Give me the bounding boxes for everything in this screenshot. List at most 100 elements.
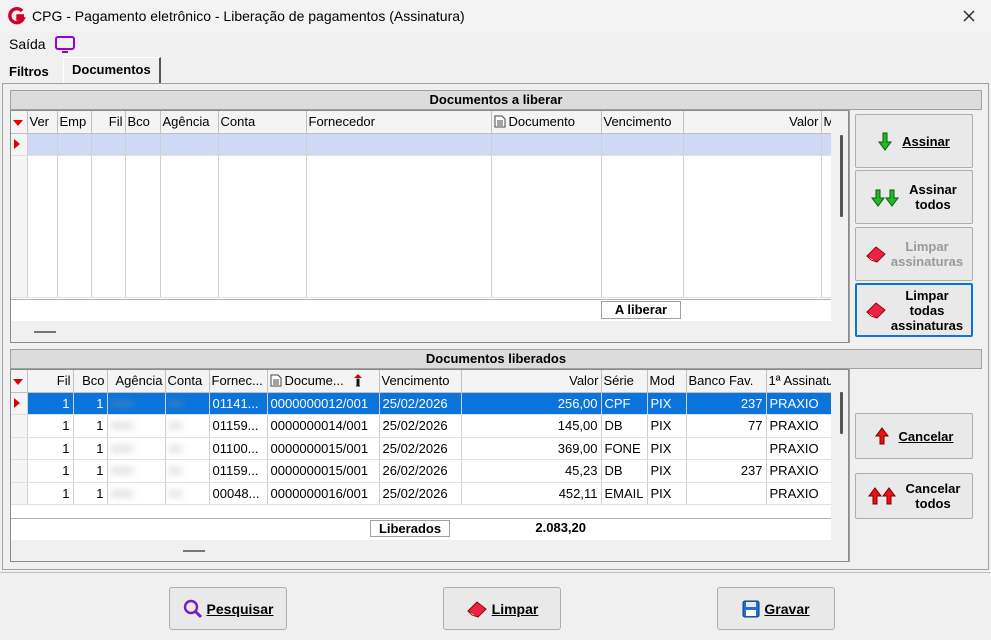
col-mod[interactable]: Mod	[647, 370, 687, 393]
table-empty-space	[11, 155, 838, 298]
tab-strip: Filtros Documentos	[0, 56, 991, 84]
col-banco-fav[interactable]: Banco Fav.	[686, 370, 767, 393]
col-bco[interactable]: Bco	[73, 370, 108, 393]
cell-agencia-blurred: •••••	[107, 414, 166, 438]
col-ver[interactable]: Ver	[27, 111, 58, 134]
scroll-thumb[interactable]	[840, 135, 843, 217]
cell-serie: CPF	[601, 392, 648, 415]
footer-liberados: Liberados 2.083,20	[11, 518, 831, 538]
limpar-assinaturas-label-2: assinaturas	[890, 254, 964, 269]
col-documento[interactable]: Docume...	[267, 370, 380, 393]
row-indicator	[11, 392, 28, 415]
document-icon	[270, 374, 281, 387]
col-emp[interactable]: Emp	[57, 111, 92, 134]
col-documento[interactable]: Documento	[491, 111, 602, 134]
hscroll-thumb[interactable]	[34, 331, 56, 333]
cell-vencimento: 25/02/2026	[379, 392, 462, 415]
grid-liberados[interactable]: Fil Bco Agência Conta Fornec... Docume..…	[10, 369, 849, 562]
horizontal-scrollbar[interactable]	[11, 321, 848, 342]
cell-fil: 1	[27, 482, 74, 505]
vertical-scrollbar[interactable]	[831, 370, 848, 540]
table-a-liberar: Ver Emp Fil Bco Agência Conta Fornecedor…	[11, 111, 838, 298]
cell-fornec: 01159...	[209, 459, 268, 483]
col-fornecedor[interactable]: Fornecedor	[306, 111, 492, 134]
document-icon	[494, 115, 505, 128]
cell-valor: 256,00	[461, 392, 602, 415]
col-conta[interactable]: Conta	[165, 370, 210, 393]
table-liberados: Fil Bco Agência Conta Fornec... Docume..…	[11, 370, 848, 505]
vertical-scrollbar[interactable]	[831, 111, 848, 321]
cell-mod: PIX	[647, 414, 687, 438]
col-fornec[interactable]: Fornec...	[209, 370, 268, 393]
header-row: Ver Emp Fil Bco Agência Conta Fornecedor…	[11, 111, 838, 134]
cell-mod: PIX	[647, 392, 687, 415]
cell-conta-blurred: •••	[165, 482, 210, 505]
current-row-icon	[14, 138, 20, 149]
scroll-thumb[interactable]	[840, 392, 843, 434]
limpar-todas-label-1: Limpar	[905, 287, 949, 303]
pesquisar-button[interactable]: Pesquisar	[169, 587, 287, 630]
col-fil[interactable]: Fil	[27, 370, 74, 393]
col-bco[interactable]: Bco	[125, 111, 161, 134]
horizontal-scrollbar[interactable]	[11, 540, 848, 561]
cell-bco: 1	[73, 437, 108, 460]
limpar-todas-assinaturas-button[interactable]: Limpar todas assinaturas	[855, 283, 973, 337]
table-row[interactable]: 1 1 ••••• ••• 01100... 0000000015/001 25…	[11, 437, 848, 460]
tab-filtros[interactable]: Filtros	[5, 63, 53, 80]
close-icon[interactable]	[957, 4, 981, 28]
col-serie[interactable]: Série	[601, 370, 648, 393]
table-row[interactable]: 1 1 ••••• ••• 00048... 0000000016/001 25…	[11, 482, 848, 505]
cell-agencia-blurred: •••••	[107, 482, 166, 505]
panel-title-liberados: Documentos liberados	[10, 349, 982, 369]
cell-banco-fav: 237	[686, 459, 767, 483]
tab-documentos[interactable]: Documentos	[63, 57, 161, 84]
title-bar: CPG - Pagamento eletrônico - Liberação d…	[0, 0, 991, 32]
col-agencia[interactable]: Agência	[160, 111, 219, 134]
assinar-todos-label-1: Assinar	[909, 182, 957, 197]
table-row[interactable]: 1 1 ••••• ••• 01159... 0000000015/001 26…	[11, 459, 848, 483]
indicator-header	[11, 111, 28, 134]
gravar-button[interactable]: Gravar	[717, 587, 835, 630]
col-vencimento[interactable]: Vencimento	[601, 111, 684, 134]
table-row[interactable]: 1 1 ••••• ••• 01141... 0000000012/001 25…	[11, 392, 848, 415]
assinar-button[interactable]: Assinar	[855, 114, 973, 168]
sort-indicator-icon	[13, 120, 23, 127]
col-vencimento[interactable]: Vencimento	[379, 370, 462, 393]
cell-serie: DB	[601, 459, 648, 483]
current-row-icon	[14, 397, 20, 408]
col-agencia[interactable]: Agência	[107, 370, 166, 393]
cancelar-button[interactable]: Cancelar	[855, 413, 973, 459]
grid-a-liberar[interactable]: Ver Emp Fil Bco Agência Conta Fornecedor…	[10, 110, 849, 343]
cancelar-todos-button[interactable]: Cancelar todos	[855, 473, 973, 519]
cell-documento: 0000000014/001	[267, 414, 380, 438]
monitor-icon[interactable]	[54, 35, 76, 53]
footer-total-liberados: 2.083,20	[535, 520, 586, 535]
col-valor[interactable]: Valor	[461, 370, 602, 393]
cell-bco: 1	[73, 459, 108, 483]
limpar-button[interactable]: Limpar	[443, 587, 561, 630]
limpar-assinaturas-label-1: Limpar	[905, 239, 949, 254]
cell-vencimento: 26/02/2026	[379, 459, 462, 483]
col-fil[interactable]: Fil	[91, 111, 126, 134]
menu-saida[interactable]: Saída	[9, 36, 46, 52]
menu-bar: Saída	[0, 32, 991, 56]
limpar-todas-label-2: todas	[909, 302, 945, 318]
cell-valor: 145,00	[461, 414, 602, 438]
cell-agencia-blurred: •••••	[107, 459, 166, 483]
col-conta[interactable]: Conta	[218, 111, 307, 134]
col-valor[interactable]: Valor	[683, 111, 822, 134]
cell-banco-fav: 77	[686, 414, 767, 438]
limpar-assinaturas-button[interactable]: Limpar assinaturas	[855, 227, 973, 281]
action-panel-bottom: Cancelar Cancelar todos	[849, 369, 982, 562]
hscroll-thumb[interactable]	[183, 550, 205, 552]
row-indicator	[11, 133, 28, 156]
cell-fornec: 01141...	[209, 392, 268, 415]
cell-documento: 0000000015/001	[267, 459, 380, 483]
cell-conta-blurred: •••	[165, 414, 210, 438]
pesquisar-label: Pesquisar	[206, 600, 274, 617]
table-row[interactable]: 1 1 ••••• ••• 01159... 0000000014/001 25…	[11, 414, 848, 438]
assinar-todos-button[interactable]: Assinar todos	[855, 170, 973, 224]
table-row-empty[interactable]	[11, 133, 838, 156]
eraser-icon	[466, 600, 488, 618]
cell-documento: 0000000015/001	[267, 437, 380, 460]
